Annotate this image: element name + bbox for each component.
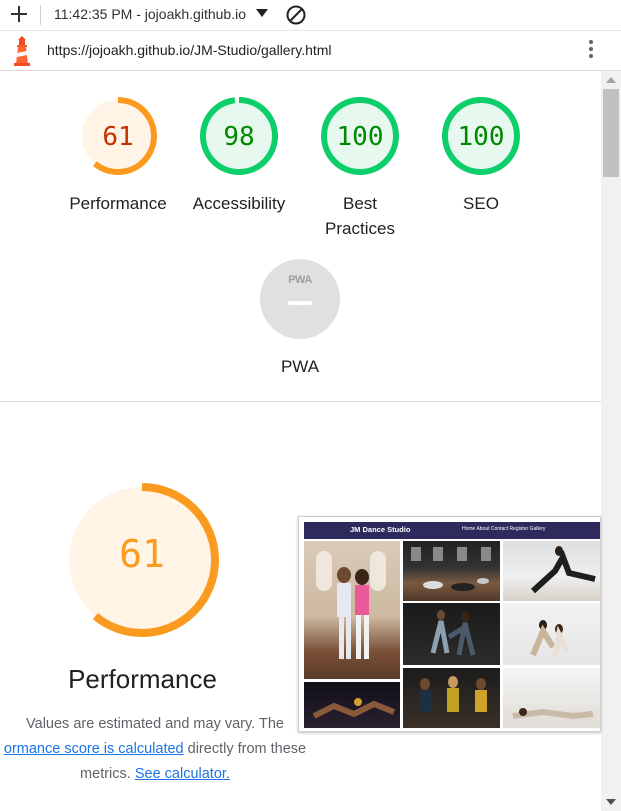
scroll-down-arrow-icon[interactable]	[606, 799, 616, 805]
performance-title: Performance	[68, 664, 217, 694]
gallery-photo	[403, 668, 500, 728]
thumbnail-navbar: JM Dance Studio Home About Contact Regis…	[304, 522, 600, 539]
gauge-score: 98	[223, 122, 255, 152]
gauge-accessibility[interactable]: 98 Accessibility	[189, 95, 289, 216]
performance-description: Values are estimated and may vary. The o…	[0, 712, 340, 787]
gallery-photo	[403, 603, 500, 665]
gauge-label: PWA	[280, 357, 320, 376]
more-vert-icon[interactable]	[586, 40, 596, 62]
gauge-pwa[interactable]: PWA PWA	[250, 258, 350, 379]
see-calculator-link[interactable]: See calculator.	[135, 766, 230, 782]
thumbnail-brand: JM Dance Studio	[350, 525, 411, 534]
url-text[interactable]: https://jojoakh.github.io/JM-Studio/gall…	[47, 42, 332, 58]
performance-big-gauge: 61	[60, 478, 224, 642]
desc-line-1: Values are estimated and may vary. The	[26, 716, 284, 732]
scroll-up-arrow-icon[interactable]	[606, 77, 616, 83]
performance-score: 61	[119, 532, 165, 576]
final-screenshot-thumbnail[interactable]: JM Dance Studio Home About Contact Regis…	[298, 516, 601, 732]
gallery-photo	[403, 541, 500, 601]
gauge-label: Accessibility	[192, 194, 286, 213]
desc-line-3: metrics.	[80, 766, 135, 782]
gauge-best-practices[interactable]: 100 Best Practices	[310, 95, 410, 241]
gauge-performance[interactable]: 61 Performance	[68, 95, 168, 216]
gallery-photo	[304, 682, 400, 728]
gauge-seo[interactable]: 100 SEO	[431, 95, 531, 216]
gauge-label: Best Practices	[325, 194, 395, 238]
tab-separator	[40, 5, 41, 25]
blocked-icon[interactable]	[285, 4, 307, 26]
gallery-photo	[503, 541, 600, 601]
gauge-score: 100	[457, 122, 505, 152]
pwa-badge-icon	[260, 259, 340, 339]
section-divider	[0, 401, 601, 402]
gauge-score: 100	[336, 122, 384, 152]
tab-strip: 11:42:35 PM - jojoakh.github.io	[0, 0, 621, 31]
plus-icon[interactable]	[8, 3, 30, 25]
tab-title[interactable]: 11:42:35 PM - jojoakh.github.io	[54, 6, 256, 22]
scrollbar-thumb[interactable]	[603, 89, 619, 177]
gallery-photo	[304, 541, 400, 679]
dropdown-caret-icon[interactable]	[256, 9, 268, 17]
gauge-label: SEO	[463, 194, 499, 213]
gallery-photo	[503, 603, 600, 665]
lighthouse-icon	[14, 36, 30, 66]
score-calculated-link[interactable]: ormance score is calculated	[4, 741, 184, 757]
gallery-photo	[503, 668, 600, 728]
scrollbar[interactable]	[601, 71, 621, 811]
pwa-badge-text: PWA	[288, 274, 312, 286]
thumbnail-nav-links: Home About Contact Register Gallery	[462, 526, 546, 532]
gauge-label: Performance	[69, 194, 167, 213]
gauge-score: 61	[102, 122, 134, 152]
desc-line-2: directly from these	[183, 741, 307, 757]
url-bar: https://jojoakh.github.io/JM-Studio/gall…	[0, 31, 621, 71]
